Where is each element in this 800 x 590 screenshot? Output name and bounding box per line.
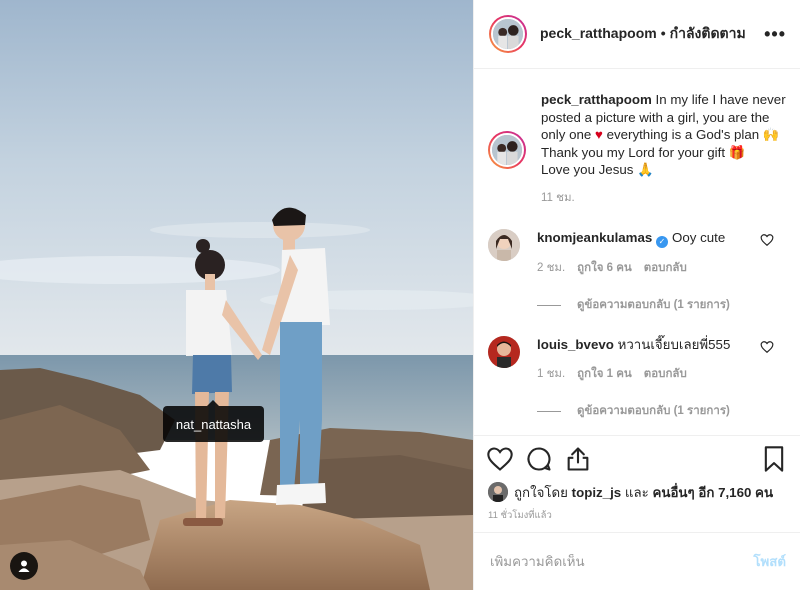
action-bar xyxy=(474,435,800,482)
caption-text-1b: everything is a God's plan xyxy=(606,127,760,142)
reply-button[interactable]: ตอบกลับ xyxy=(644,365,687,383)
caption-avatar[interactable] xyxy=(488,131,526,169)
comment-likes[interactable]: ถูกใจ 1 คน xyxy=(577,365,632,383)
bookmark-icon[interactable] xyxy=(760,445,788,473)
caption-body: peck_ratthapoom In my life I have never … xyxy=(541,91,786,207)
add-comment-input[interactable] xyxy=(490,554,754,569)
comment-meta: 2 ชม. ถูกใจ 6 คน ตอบกลับ xyxy=(537,259,759,277)
instagram-post: nat_nattasha peck_ratthapoom • กำลังติดต… xyxy=(0,0,800,590)
caption-time[interactable]: 11 ชม. xyxy=(541,190,786,208)
liker-username[interactable]: topiz_js xyxy=(572,485,622,500)
commenter-avatar[interactable] xyxy=(488,336,520,368)
commenter-username[interactable]: louis_bvevo xyxy=(537,337,614,352)
comment-text: Ooy cute xyxy=(672,230,726,245)
replies-divider xyxy=(537,304,561,306)
commenter-avatar-image xyxy=(488,336,520,368)
likes-summary[interactable]: ถูกใจโดย topiz_js และ คนอื่นๆ อีก 7,160 … xyxy=(474,482,800,502)
view-replies-label: ดูข้อความตอบกลับ (1 รายการ) xyxy=(577,299,730,311)
likes-others[interactable]: คนอื่นๆ อีก 7,160 คน xyxy=(652,482,773,503)
verified-badge-icon: ✓ xyxy=(656,236,668,248)
header-separator: • xyxy=(660,25,666,41)
person-icon xyxy=(18,560,30,572)
comment-body: knomjeankulamas ✓ Ooy cute 2 ชม. ถูกใจ 6 … xyxy=(537,229,759,277)
caption: peck_ratthapoom In my life I have never … xyxy=(488,91,786,207)
commenter-username[interactable]: knomjeankulamas xyxy=(537,230,652,245)
commenter-avatar[interactable] xyxy=(488,229,520,261)
raised-hands-emoji: 🙌 xyxy=(762,127,780,142)
comment-bubble-icon[interactable] xyxy=(525,445,553,473)
caption-text-3: Love you Jesus xyxy=(541,162,634,177)
comment-text: หวานเจี๊ยบเลยพี่555 xyxy=(617,337,731,352)
add-comment-bar: โพสต์ xyxy=(474,532,800,590)
like-heart-icon[interactable] xyxy=(486,445,514,473)
author-avatar[interactable] xyxy=(489,15,527,53)
praying-hands-emoji: 🙏 xyxy=(637,162,654,177)
author-username[interactable]: peck_ratthapoom xyxy=(540,25,657,41)
post-comment-button[interactable]: โพสต์ xyxy=(753,551,786,572)
post-photo[interactable]: nat_nattasha xyxy=(0,0,473,590)
caption-avatar-image xyxy=(492,135,522,165)
header-text: peck_ratthapoom • กำลังติดตาม xyxy=(540,23,746,45)
comment-time[interactable]: 1 ชม. xyxy=(537,365,565,383)
reply-button[interactable]: ตอบกลับ xyxy=(644,259,687,277)
caption-text-2: Thank you my Lord for your gift xyxy=(541,144,726,160)
share-icon[interactable] xyxy=(564,445,592,473)
comment-likes[interactable]: ถูกใจ 6 คน xyxy=(577,259,632,277)
tagged-users-button[interactable] xyxy=(10,552,38,580)
heart-emoji: ♥ xyxy=(594,127,603,142)
beach-couple-photo xyxy=(0,0,473,590)
likes-prefix: ถูกใจโดย xyxy=(514,484,568,500)
view-replies-link[interactable]: ดูข้อความตอบกลับ (1 รายการ) xyxy=(537,296,786,314)
liker-avatar-image xyxy=(488,482,508,502)
post-side-panel: peck_ratthapoom • กำลังติดตาม ••• peck_r… xyxy=(473,0,800,590)
caption-username[interactable]: peck_ratthapoom xyxy=(541,92,652,107)
view-replies-link[interactable]: ดูข้อความตอบกลับ (1 รายการ) xyxy=(537,402,786,420)
comment-item: knomjeankulamas ✓ Ooy cute 2 ชม. ถูกใจ 6 … xyxy=(488,229,786,277)
comment-heart-icon[interactable] xyxy=(760,340,774,354)
comment-time[interactable]: 2 ชม. xyxy=(537,259,565,277)
comment-meta: 1 ชม. ถูกใจ 1 คน ตอบกลับ xyxy=(537,365,759,383)
likes-and: และ xyxy=(624,484,649,500)
user-tag-label[interactable]: nat_nattasha xyxy=(163,400,264,442)
following-status[interactable]: กำลังติดตาม xyxy=(670,25,746,41)
replies-divider xyxy=(537,410,561,412)
more-options-icon[interactable]: ••• xyxy=(764,25,786,43)
author-avatar-image xyxy=(493,19,523,49)
gift-emoji: 🎁 xyxy=(728,144,746,160)
comment-item: louis_bvevo หวานเจี๊ยบเลยพี่555 1 ชม. ถู… xyxy=(488,336,786,383)
post-time-ago[interactable]: 11 ชั่วโมงที่แล้ว xyxy=(474,502,800,528)
post-header: peck_ratthapoom • กำลังติดตาม ••• xyxy=(474,0,800,69)
view-replies-label: ดูข้อความตอบกลับ (1 รายการ) xyxy=(577,405,730,417)
liker-avatar xyxy=(488,482,508,502)
comment-heart-icon[interactable] xyxy=(760,233,774,247)
commenter-avatar-image xyxy=(488,229,520,261)
comments-list: peck_ratthapoom In my life I have never … xyxy=(474,69,800,435)
comment-body: louis_bvevo หวานเจี๊ยบเลยพี่555 1 ชม. ถู… xyxy=(537,336,759,383)
